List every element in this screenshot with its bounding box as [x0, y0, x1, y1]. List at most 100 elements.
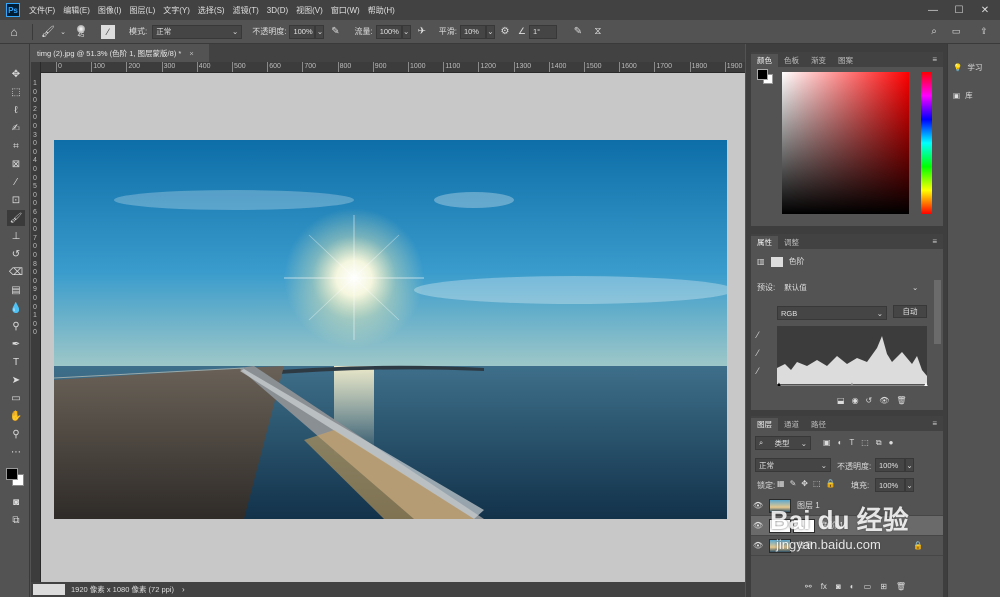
auto-button[interactable]: 自动	[893, 305, 927, 318]
dodge-tool-icon[interactable]: ⚲	[7, 318, 25, 334]
share-icon[interactable]: ⇪	[974, 26, 994, 37]
preset-select[interactable]: 默认值 ⌄	[781, 280, 921, 294]
pen-tool-icon[interactable]: ✒	[7, 336, 25, 352]
zoom-field[interactable]	[33, 584, 65, 595]
menu-window[interactable]: 窗口(W)	[327, 5, 364, 16]
lock-transparent-icon[interactable]: ▦	[777, 479, 785, 488]
link-layers-icon[interactable]: ⚯	[805, 582, 812, 591]
gear-icon[interactable]: ⚙	[495, 26, 515, 37]
lock-pixels-icon[interactable]: ✎	[790, 479, 797, 488]
tab-swatches[interactable]: 色板	[778, 54, 805, 67]
maximize-button[interactable]: ☐	[946, 0, 972, 20]
path-select-icon[interactable]: ➤	[7, 372, 25, 388]
black-point-slider[interactable]: ▲	[776, 382, 782, 388]
menu-layer[interactable]: 图层(L)	[125, 5, 159, 16]
filter-type-icon[interactable]: T	[849, 438, 854, 448]
add-mask-icon[interactable]: ◙	[836, 582, 841, 591]
gradient-tool-icon[interactable]: ▤	[7, 282, 25, 298]
color-field[interactable]	[782, 72, 909, 214]
hue-slider[interactable]	[921, 72, 932, 214]
lock-all-icon[interactable]: 🔒	[826, 479, 836, 488]
tab-channels[interactable]: 通道	[778, 418, 805, 431]
tab-layers[interactable]: 图层	[751, 418, 778, 431]
eraser-tool-icon[interactable]: ⌫	[7, 264, 25, 280]
black-eyedropper-icon[interactable]: ⁄	[757, 330, 759, 340]
canvas-area[interactable]	[41, 73, 745, 582]
home-icon[interactable]: ⌂	[0, 25, 28, 39]
tab-color[interactable]: 颜色	[751, 54, 778, 67]
horizontal-ruler[interactable]: 0 100 200 300 400 500 600 700 800 900 1000 1100 1200…	[41, 62, 745, 73]
panel-menu-icon[interactable]: ≡	[932, 237, 937, 246]
clip-to-layer-icon[interactable]: ⬓	[837, 396, 845, 405]
menu-select[interactable]: 选择(S)	[194, 5, 229, 16]
search-icon[interactable]: ⌕	[926, 26, 942, 37]
filter-toggle-icon[interactable]: ●	[889, 438, 894, 448]
vertical-ruler[interactable]: 100200300400500600700800900100	[31, 62, 41, 582]
marquee-tool-icon[interactable]: ⬚	[7, 84, 25, 100]
view-previous-icon[interactable]: ◉	[852, 396, 859, 405]
stamp-tool-icon[interactable]: ⊥	[7, 228, 25, 244]
panel-menu-icon[interactable]: ≡	[932, 419, 937, 428]
screen-mode-icon[interactable]: ⧉	[7, 512, 25, 528]
white-eyedropper-icon[interactable]: ⁄	[757, 366, 759, 376]
trash-icon[interactable]: 🗑	[896, 396, 906, 405]
menu-filter[interactable]: 滤镜(T)	[229, 5, 263, 16]
tab-properties[interactable]: 属性	[751, 236, 778, 249]
filter-pixel-icon[interactable]: ▣	[823, 438, 831, 448]
new-layer-icon[interactable]: ⊞	[880, 582, 887, 591]
menu-image[interactable]: 图像(I)	[94, 5, 126, 16]
filter-adjustment-icon[interactable]: ◐	[838, 438, 843, 448]
healing-tool-icon[interactable]: ⊡	[7, 192, 25, 208]
type-tool-icon[interactable]: T	[7, 354, 25, 370]
tab-patterns[interactable]: 图案	[832, 54, 859, 67]
brush-preset-picker[interactable]: 45	[67, 24, 95, 39]
blend-mode-select[interactable]: 正常 ⌄	[755, 458, 831, 472]
menu-help[interactable]: 帮助(H)	[364, 5, 399, 16]
lasso-tool-icon[interactable]: ℓ	[7, 102, 25, 118]
quick-mask-icon[interactable]: ◙	[7, 494, 25, 510]
filter-smart-icon[interactable]: ⧉	[876, 438, 882, 448]
opacity-dropdown[interactable]: ⌄	[315, 24, 325, 39]
chevron-down-icon[interactable]: ⌄	[59, 28, 67, 36]
zoom-tool-icon[interactable]: ⚲	[7, 426, 25, 442]
gamma-slider[interactable]: ▲	[849, 382, 855, 388]
lock-artboard-icon[interactable]: ⬚	[813, 479, 821, 488]
pressure-opacity-icon[interactable]: ✎	[324, 26, 346, 37]
pressure-size-icon[interactable]: ✎	[567, 26, 589, 37]
visibility-eye-icon[interactable]: 👁	[751, 521, 765, 530]
gray-eyedropper-icon[interactable]: ⁄	[757, 348, 759, 358]
layer-filter-select[interactable]: ⌕ 类型 ⌄	[755, 436, 811, 450]
opacity-field[interactable]: 100%	[289, 24, 316, 39]
libraries-button[interactable]: ▣ 库	[953, 86, 997, 104]
visibility-eye-icon[interactable]: 👁	[751, 501, 765, 510]
frame-tool-icon[interactable]: ⊠	[7, 156, 25, 172]
layer-opacity-field[interactable]: 100%	[875, 458, 905, 472]
panel-scrollbar[interactable]	[934, 280, 941, 344]
fill-dropdown[interactable]: ⌄	[905, 478, 914, 492]
move-tool-icon[interactable]: ✥	[7, 66, 25, 82]
symmetry-icon[interactable]: ⧖	[589, 26, 607, 37]
visibility-eye-icon[interactable]: 👁	[751, 541, 765, 550]
tab-gradients[interactable]: 渐变	[805, 54, 832, 67]
white-point-slider[interactable]: ▲	[923, 382, 929, 388]
tab-paths[interactable]: 路径	[805, 418, 832, 431]
layer-style-icon[interactable]: fx	[821, 582, 827, 591]
filter-shape-icon[interactable]: ⬚	[861, 438, 869, 448]
tab-adjustments[interactable]: 调整	[778, 236, 805, 249]
mode-select[interactable]: 正常 ⌄	[152, 24, 243, 39]
menu-type[interactable]: 文字(Y)	[159, 5, 194, 16]
new-group-icon[interactable]: ▭	[864, 582, 872, 591]
foreground-color-chip[interactable]	[757, 69, 768, 80]
blur-tool-icon[interactable]: 💧	[7, 300, 25, 316]
quick-select-tool-icon[interactable]: ✍	[7, 120, 25, 136]
close-window-button[interactable]: ✕	[972, 0, 998, 20]
channel-select[interactable]: RGB ⌄	[777, 306, 887, 320]
fill-field[interactable]: 100%	[875, 478, 905, 492]
more-tools-icon[interactable]: ⋯	[7, 444, 25, 460]
menu-edit[interactable]: 编辑(E)	[59, 5, 94, 16]
menu-file[interactable]: 文件(F)	[25, 5, 59, 16]
hand-tool-icon[interactable]: ✋	[7, 408, 25, 424]
lock-position-icon[interactable]: ✥	[801, 479, 808, 488]
smoothing-dropdown[interactable]: ⌄	[485, 24, 495, 39]
reset-icon[interactable]: ↺	[866, 396, 873, 405]
